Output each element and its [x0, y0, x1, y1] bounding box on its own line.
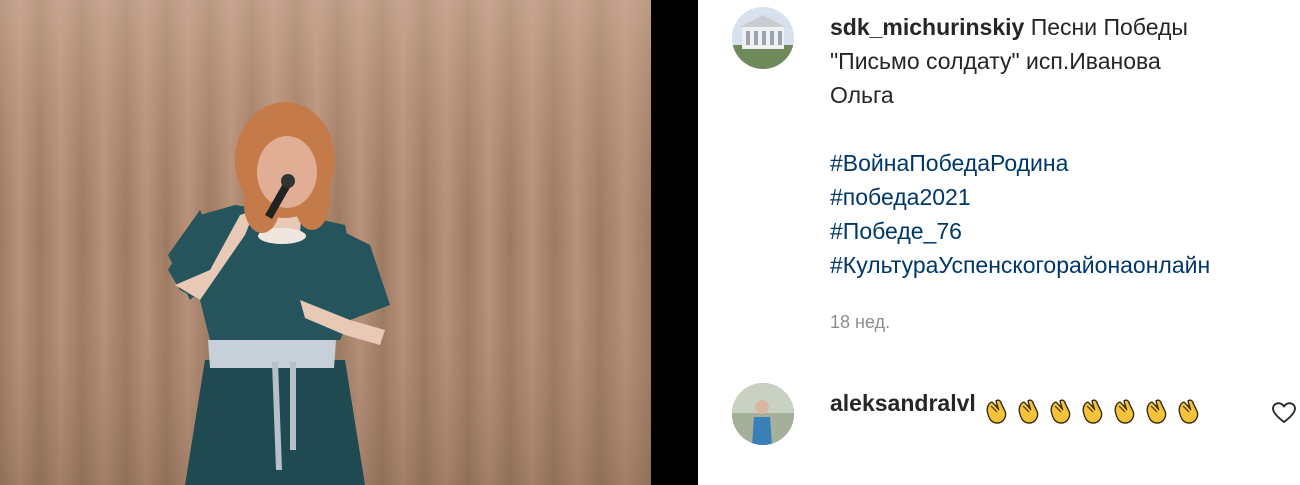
clapping-hands-icon [1174, 396, 1204, 426]
caption-line-2: "Письмо солдату" исп.Иванова [830, 48, 1161, 74]
post-timestamp[interactable]: 18 нед. [830, 312, 890, 333]
video-frame [0, 0, 651, 485]
media-divider [651, 0, 698, 485]
clapping-hands-icon [982, 396, 1012, 426]
author-avatar[interactable] [732, 7, 794, 69]
caption-line-1: Песни Победы [1030, 14, 1188, 40]
heart-icon [1272, 402, 1296, 424]
hashtag-list: #ВойнаПобедаРодина #победа2021 #Победе_7… [830, 146, 1290, 282]
clapping-hands-icon [1110, 396, 1140, 426]
clapping-hands-icon [1142, 396, 1172, 426]
hashtag-link[interactable]: #Победе_76 [830, 214, 1290, 248]
hashtag-link[interactable]: #ВойнаПобедаРодина [830, 146, 1290, 180]
comment: aleksandralvl [830, 386, 1250, 426]
building-icon [732, 7, 794, 69]
author-username[interactable]: sdk_michurinskiy [830, 14, 1024, 40]
commenter-avatar[interactable] [732, 383, 794, 445]
like-comment-button[interactable] [1272, 402, 1296, 424]
hashtag-link[interactable]: #победа2021 [830, 180, 1290, 214]
hashtag-link[interactable]: #КультураУспенскогорайонаонлайн [830, 248, 1290, 282]
commenter-username[interactable]: aleksandralvl [830, 390, 976, 416]
post-details-panel: sdk_michurinskiy Песни Победы "Письмо со… [698, 0, 1300, 485]
post-caption: sdk_michurinskiy Песни Победы "Письмо со… [830, 10, 1290, 282]
person-photo-icon [732, 383, 794, 445]
clapping-hands-icon [1078, 396, 1108, 426]
caption-line-3: Ольга [830, 82, 894, 108]
clapping-hands-icon [1014, 396, 1044, 426]
clapping-hands-icon [1046, 396, 1076, 426]
clapping-hands-emoji-row [982, 392, 1206, 426]
post-video[interactable] [0, 0, 651, 485]
